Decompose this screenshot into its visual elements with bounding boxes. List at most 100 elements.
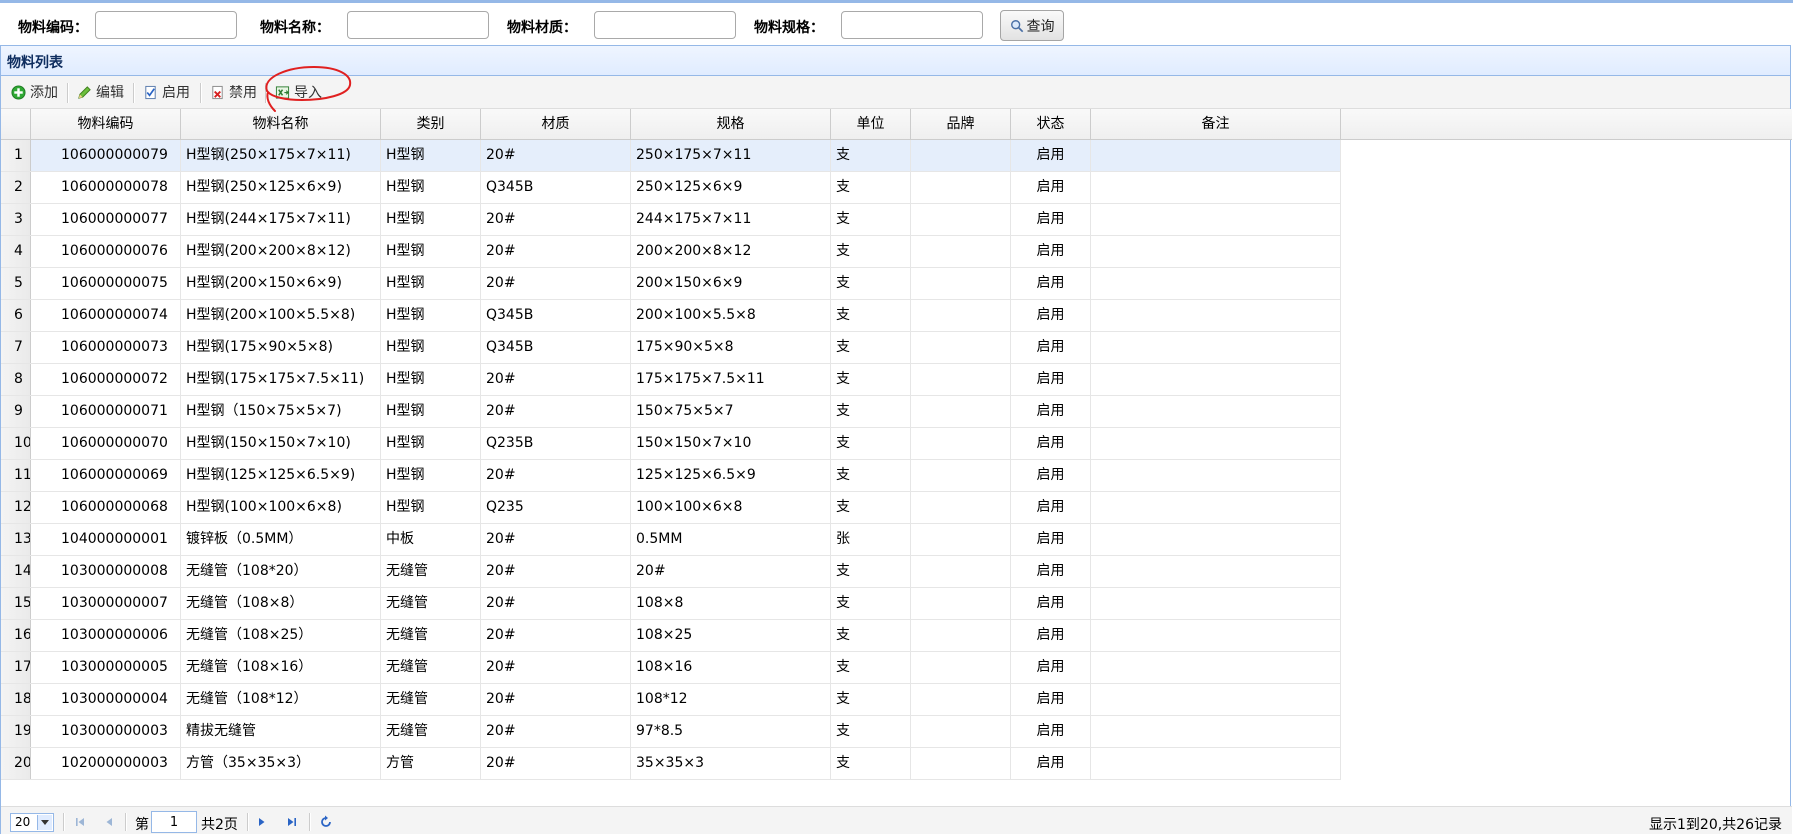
table-row[interactable]: 18 103000000004 无缝管（108*12） 无缝管 20# 108*12 支 启用 [1, 684, 1341, 716]
cell-note [1091, 204, 1341, 235]
table-row[interactable]: 1 106000000079 H型钢(250×175×7×11) H型钢 20# 250×… [1, 140, 1341, 172]
plus-icon [11, 84, 26, 100]
pager-separator [309, 813, 311, 831]
name-input[interactable] [347, 11, 489, 39]
table-row[interactable]: 17 103000000005 无缝管（108×16） 无缝管 20# 108×16 支 启用 [1, 652, 1341, 684]
first-page-icon[interactable] [72, 814, 88, 830]
cell-brand [911, 140, 1011, 171]
cell-spec: 175×175×7.5×11 [631, 364, 831, 395]
next-page-icon[interactable] [254, 814, 270, 830]
cell-spec: 200×200×8×12 [631, 236, 831, 267]
cell-note [1091, 748, 1341, 779]
table-row[interactable]: 8 106000000072 H型钢(175×175×7.5×11) H型钢 20# 17… [1, 364, 1341, 396]
row-number: 3 [1, 204, 31, 235]
cell-note [1091, 684, 1341, 715]
cell-brand [911, 172, 1011, 203]
disable-button[interactable]: 禁用 [210, 81, 257, 103]
check-document-icon [145, 85, 156, 99]
table-row[interactable]: 2 106000000078 H型钢(250×125×6×9) H型钢 Q345B 250… [1, 172, 1341, 204]
column-header[interactable]: 品牌 [911, 109, 1011, 140]
table-row[interactable]: 15 103000000007 无缝管（108×8） 无缝管 20# 108×8 支 启用 [1, 588, 1341, 620]
table-row[interactable]: 19 103000000003 精拔无缝管 无缝管 20# 97*8.5 支 启用 [1, 716, 1341, 748]
row-number: 18 [1, 684, 31, 715]
column-header[interactable]: 材质 [481, 109, 631, 140]
cell-code: 106000000075 [31, 268, 181, 299]
edit-label: 编辑 [96, 85, 124, 101]
cell-name: H型钢(100×100×6×8) [181, 492, 381, 523]
cell-cat: H型钢 [381, 140, 481, 171]
page-size-select[interactable]: 20 [10, 813, 54, 832]
search-button[interactable]: 查询 [1000, 10, 1064, 41]
cell-name: H型钢(125×125×6.5×9) [181, 460, 381, 491]
table-row[interactable]: 12 106000000068 H型钢(100×100×6×8) H型钢 Q235 100… [1, 492, 1341, 524]
refresh-icon[interactable] [318, 814, 334, 830]
spec-input[interactable] [841, 11, 983, 39]
column-header[interactable]: 类别 [381, 109, 481, 140]
import-button[interactable]: 导入 [275, 81, 322, 103]
cell-code: 103000000003 [31, 716, 181, 747]
cell-name: 无缝管（108*20） [181, 556, 381, 587]
column-header[interactable]: 单位 [831, 109, 911, 140]
table-row[interactable]: 9 106000000071 H型钢（150×75×5×7) H型钢 20# 150×75… [1, 396, 1341, 428]
cell-unit: 支 [831, 172, 911, 203]
column-header[interactable]: 状态 [1011, 109, 1091, 140]
search-button-label: 查询 [1026, 18, 1055, 35]
cell-mat: 20# [481, 204, 631, 235]
page-number-input[interactable] [151, 811, 197, 833]
cell-code: 106000000070 [31, 428, 181, 459]
table-row[interactable]: 3 106000000077 H型钢(244×175×7×11) H型钢 20# 244×… [1, 204, 1341, 236]
material-grid: 物料编码 物料名称 类别 材质 规格 单位 品牌 状态 备注 1 106000000079 H型钢(… [1, 109, 1792, 780]
cell-note [1091, 492, 1341, 523]
cell-brand [911, 428, 1011, 459]
import-label: 导入 [294, 85, 322, 101]
column-header[interactable]: 物料编码 [31, 109, 181, 140]
table-row[interactable]: 6 106000000074 H型钢(200×100×5.5×8) H型钢 Q345B 2… [1, 300, 1341, 332]
cell-code: 106000000073 [31, 332, 181, 363]
page-total: 共2页 [201, 817, 238, 833]
cell-name: H型钢（150×75×5×7) [181, 396, 381, 427]
cell-name: 方管（35×35×3） [181, 748, 381, 779]
last-page-icon[interactable] [284, 814, 300, 830]
cell-brand [911, 652, 1011, 683]
row-number: 7 [1, 332, 31, 363]
cell-code: 103000000007 [31, 588, 181, 619]
row-number: 5 [1, 268, 31, 299]
prev-page-icon[interactable] [101, 814, 117, 830]
cell-code: 103000000004 [31, 684, 181, 715]
pager-separator [247, 813, 249, 831]
cell-brand [911, 236, 1011, 267]
material-input[interactable] [594, 11, 736, 39]
row-number: 14 [1, 556, 31, 587]
grid-header: 物料编码 物料名称 类别 材质 规格 单位 品牌 状态 备注 [1, 109, 1341, 140]
cell-note [1091, 396, 1341, 427]
table-row[interactable]: 14 103000000008 无缝管（108*20） 无缝管 20# 20# 支启用 [1, 556, 1341, 588]
table-row[interactable]: 4 106000000076 H型钢(200×200×8×12) H型钢 20# 200×… [1, 236, 1341, 268]
column-header[interactable]: 备注 [1091, 109, 1341, 140]
column-header[interactable]: 物料名称 [181, 109, 381, 140]
table-row[interactable]: 10 106000000070 H型钢(150×150×7×10) H型钢 Q235B 1… [1, 428, 1341, 460]
table-row[interactable]: 7 106000000073 H型钢(175×90×5×8) H型钢 Q345B 175×… [1, 332, 1341, 364]
table-row[interactable]: 20 102000000003 方管（35×35×3） 方管 20# 35×35×3 支 启用 [1, 748, 1341, 780]
table-row[interactable]: 5 106000000075 H型钢(200×150×6×9) H型钢 20# 200×1… [1, 268, 1341, 300]
cell-spec: 20# [631, 556, 831, 587]
cell-brand [911, 684, 1011, 715]
search-icon [1010, 19, 1023, 32]
table-row[interactable]: 16 103000000006 无缝管（108×25） 无缝管 20# 108×25 支 启用 [1, 620, 1341, 652]
cell-note [1091, 716, 1341, 747]
code-input[interactable] [95, 11, 237, 39]
add-label: 添加 [30, 85, 58, 101]
cell-mat: 20# [481, 524, 631, 555]
toolbar-separator [200, 83, 202, 103]
table-row[interactable]: 13 104000000001 镀锌板（0.5MM） 中板 20# 0.5MM 张 启用 [1, 524, 1341, 556]
enable-button[interactable]: 启用 [143, 81, 190, 103]
table-row[interactable]: 11 106000000069 H型钢(125×125×6.5×9) H型钢 20# 12… [1, 460, 1341, 492]
cell-name: H型钢(200×200×8×12) [181, 236, 381, 267]
cell-brand [911, 396, 1011, 427]
cell-status: 启用 [1011, 140, 1091, 171]
cell-status: 启用 [1011, 300, 1091, 331]
edit-button[interactable]: 编辑 [77, 81, 124, 103]
cell-mat: 20# [481, 684, 631, 715]
column-header[interactable]: 规格 [631, 109, 831, 140]
add-button[interactable]: 添加 [11, 81, 58, 103]
cell-name: 精拔无缝管 [181, 716, 381, 747]
